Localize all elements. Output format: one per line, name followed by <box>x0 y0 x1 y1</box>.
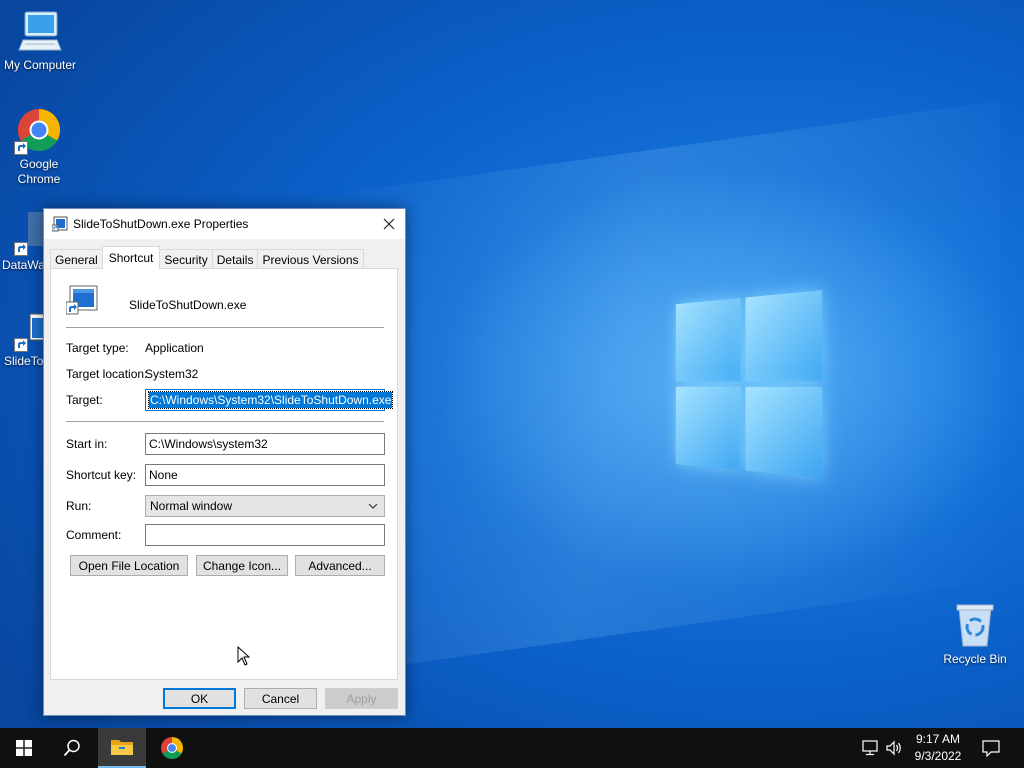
tab-label: Shortcut <box>108 251 154 265</box>
shortcut-arrow-icon <box>14 242 28 256</box>
tab-label: Security <box>164 252 208 267</box>
volume-tray-button[interactable] <box>878 728 910 768</box>
tab-label: General <box>55 252 98 267</box>
shortcut-key-input[interactable]: None <box>145 464 385 486</box>
start-in-value: C:\Windows\system32 <box>149 437 268 451</box>
dialog-title: SlideToShutDown.exe Properties <box>73 217 249 231</box>
cancel-button[interactable]: Cancel <box>244 688 317 709</box>
desktop-icon-google-chrome[interactable]: Google Chrome <box>0 107 79 187</box>
ok-button[interactable]: OK <box>163 688 236 709</box>
action-center-button[interactable] <box>970 728 1012 768</box>
target-type-value: Application <box>145 341 204 355</box>
chrome-icon <box>161 737 183 759</box>
shortcut-key-label: Shortcut key: <box>66 468 137 482</box>
shortcut-arrow-icon <box>14 338 28 352</box>
file-explorer-taskbar-button[interactable] <box>98 728 146 768</box>
file-explorer-icon <box>111 740 133 755</box>
desktop-icon-label: My Computer <box>3 58 77 72</box>
tab-security[interactable]: Security <box>159 249 213 269</box>
taskbar: 9:17 AM 9/3/2022 <box>0 728 1024 768</box>
desktop-icon-label: Recycle Bin <box>943 652 1007 666</box>
computer-icon <box>17 8 63 54</box>
button-label: Open File Location <box>78 558 180 573</box>
tab-shortcut[interactable]: Shortcut <box>101 246 161 269</box>
clock[interactable]: 9:17 AM 9/3/2022 <box>908 731 968 765</box>
start-button[interactable] <box>0 728 48 768</box>
shortcut-key-value: None <box>149 468 178 482</box>
run-label: Run: <box>66 499 92 513</box>
chrome-taskbar-button[interactable] <box>148 728 196 768</box>
button-label: Cancel <box>261 691 300 706</box>
logo-pane <box>745 386 823 478</box>
logo-pane <box>675 297 741 382</box>
comment-label: Comment: <box>66 528 122 542</box>
tab-general[interactable]: General <box>50 249 103 269</box>
divider <box>66 421 384 422</box>
close-button[interactable] <box>373 209 405 239</box>
divider <box>66 327 384 328</box>
windows-logo-wallpaper <box>675 290 824 480</box>
button-label: Advanced... <box>308 558 372 573</box>
chevron-down-icon <box>368 503 378 509</box>
start-in-input[interactable]: C:\Windows\system32 <box>145 433 385 455</box>
notifications-icon <box>982 740 1000 757</box>
tab-label: Details <box>216 252 254 267</box>
network-icon <box>862 740 878 756</box>
open-file-location-button[interactable]: Open File Location <box>70 555 188 576</box>
desktop-icon-recycle-bin[interactable]: Recycle Bin <box>935 602 1015 667</box>
clock-date: 9/3/2022 <box>914 749 962 763</box>
volume-icon <box>886 740 901 756</box>
dialog-titlebar[interactable]: SlideToShutDown.exe Properties <box>44 209 405 239</box>
start-in-label: Start in: <box>66 437 108 451</box>
tab-strip: General Shortcut Security Details Previo… <box>50 246 364 269</box>
search-icon <box>63 739 80 757</box>
tab-label: Previous Versions <box>262 252 359 267</box>
button-label: OK <box>190 691 209 706</box>
shortcut-tab-panel: SlideToShutDown.exe Target type: Applica… <box>50 268 398 680</box>
target-input[interactable]: C:\Windows\System32\SlideToShutDown.exe <box>145 389 394 411</box>
button-label: Apply <box>346 691 377 706</box>
start-icon <box>16 740 32 756</box>
logo-pane <box>675 386 741 471</box>
chrome-icon <box>14 107 62 155</box>
run-select[interactable]: Normal window <box>145 495 385 517</box>
target-input-value: C:\Windows\System32\SlideToShutDown.exe <box>147 391 394 409</box>
advanced-button[interactable]: Advanced... <box>295 555 385 576</box>
shortcut-arrow-icon <box>14 141 28 155</box>
desktop-icon-my-computer[interactable]: My Computer <box>0 8 80 73</box>
search-button[interactable] <box>48 728 96 768</box>
logo-pane <box>745 290 823 382</box>
change-icon-button[interactable]: Change Icon... <box>196 555 288 576</box>
recycle-bin-icon <box>953 602 997 648</box>
clock-time: 9:17 AM <box>915 732 961 746</box>
comment-input[interactable] <box>145 524 385 546</box>
target-location-value: System32 <box>145 367 199 381</box>
tab-details[interactable]: Details <box>211 249 259 269</box>
mouse-cursor-icon <box>237 646 251 666</box>
tab-previous-versions[interactable]: Previous Versions <box>257 249 364 269</box>
button-label: Change Icon... <box>202 558 282 573</box>
target-label: Target: <box>66 393 103 407</box>
close-icon <box>383 218 395 230</box>
file-icon <box>65 285 98 318</box>
app-window-icon <box>52 216 68 232</box>
target-type-label: Target type: <box>66 341 129 355</box>
shortcut-file-name: SlideToShutDown.exe <box>129 298 247 312</box>
run-select-value: Normal window <box>150 499 233 513</box>
properties-dialog: SlideToShutDown.exe Properties General S… <box>43 208 406 716</box>
target-location-label: Target location: <box>66 367 148 381</box>
apply-button[interactable]: Apply <box>325 688 398 709</box>
desktop-icon-label: Google Chrome <box>17 157 61 186</box>
